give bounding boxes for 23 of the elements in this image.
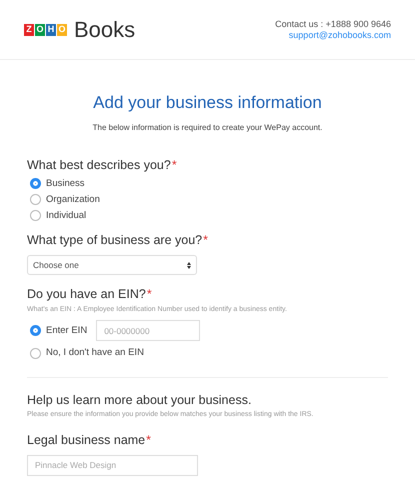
page-subtitle: The below information is required to create your WePay account. bbox=[92, 122, 322, 134]
radio-button[interactable] bbox=[30, 325, 41, 336]
radio-button[interactable] bbox=[30, 178, 41, 190]
radio-button[interactable] bbox=[30, 194, 41, 206]
radio-label: Organization bbox=[46, 192, 100, 207]
business-type-select[interactable]: Choose one bbox=[27, 255, 197, 275]
ein-field[interactable]: 00-0000000 bbox=[96, 320, 200, 342]
radio-label: No, I don't have an EIN bbox=[46, 346, 144, 360]
page-title: Add your business information bbox=[93, 92, 322, 114]
radio-button[interactable] bbox=[30, 210, 41, 222]
product-name: Books bbox=[74, 16, 136, 44]
legal-name-field[interactable]: Pinnacle Web Design bbox=[27, 454, 198, 476]
radio-label: Enter EIN bbox=[46, 324, 88, 338]
radio-label: Business bbox=[46, 176, 85, 191]
radio-button[interactable] bbox=[30, 348, 41, 359]
radio-label: Individual bbox=[46, 208, 86, 223]
field-label: What type of business are you?* bbox=[27, 232, 209, 250]
field-label: Legal business name* bbox=[27, 432, 152, 449]
section-heading: Help us learn more about your business. bbox=[27, 392, 252, 409]
contact-text: Contact us : +1888 900 9646 bbox=[275, 18, 391, 30]
field-label: Do you have an EIN?* bbox=[27, 286, 153, 303]
field-label: What best describes you?* bbox=[27, 156, 178, 174]
select-arrows-icon bbox=[187, 262, 191, 268]
